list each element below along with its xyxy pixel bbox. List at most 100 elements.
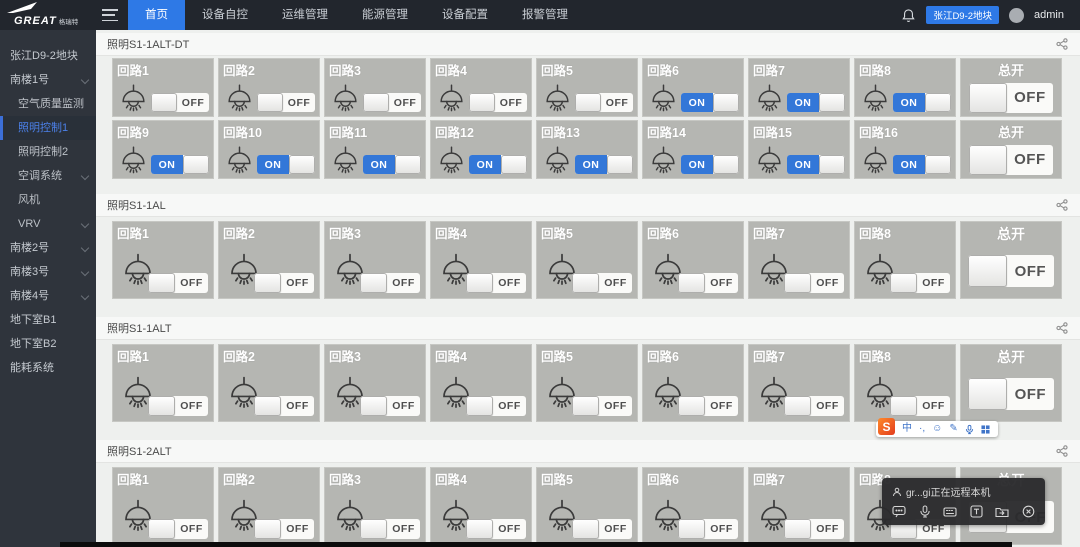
keyboard-icon[interactable]: [943, 506, 957, 518]
voice-icon[interactable]: [965, 424, 974, 435]
toggle-switch[interactable]: OFF: [360, 273, 420, 293]
toggle-switch[interactable]: OFF: [254, 519, 314, 539]
toggle-switch[interactable]: OFF: [678, 519, 738, 539]
toggle-switch[interactable]: OFF: [257, 93, 315, 112]
toggle-switch[interactable]: OFF: [148, 273, 208, 293]
remote-icons-row: [882, 499, 1045, 518]
mic-icon[interactable]: [919, 505, 931, 518]
sidebar-item-0[interactable]: 张江D9-2地块: [0, 44, 96, 68]
punctuation-icon[interactable]: ·,: [919, 421, 925, 437]
ime-toolbar: S 中 ·, ☺ ✎: [876, 421, 998, 437]
chat-icon[interactable]: [892, 505, 906, 518]
toggle-knob: [257, 93, 283, 112]
toggle-switch[interactable]: ON: [681, 155, 739, 174]
toggle-switch[interactable]: OFF: [784, 273, 844, 293]
close-icon[interactable]: [1022, 505, 1035, 518]
toggle-switch[interactable]: OFF: [784, 519, 844, 539]
toggle-switch[interactable]: ON: [363, 155, 421, 174]
toggle-switch[interactable]: OFF: [254, 396, 314, 416]
toggle-switch[interactable]: OFF: [466, 396, 526, 416]
sidebar-item-5[interactable]: 空调系统: [0, 164, 96, 188]
nav-item-0[interactable]: 首页: [128, 0, 185, 30]
toggle-switch[interactable]: OFF: [469, 93, 527, 112]
toggle-label: ON: [787, 93, 819, 112]
circuit-card: 回路3OFF: [324, 58, 426, 117]
toggle-switch[interactable]: ON: [151, 155, 209, 174]
toggle-switch[interactable]: OFF: [968, 255, 1054, 287]
toggle-switch[interactable]: OFF: [572, 273, 632, 293]
sidebar-item-7[interactable]: VRV: [0, 212, 96, 236]
toggle-switch[interactable]: OFF: [148, 396, 208, 416]
sidebar-item-4[interactable]: 照明控制2: [0, 140, 96, 164]
bell-icon[interactable]: [901, 8, 916, 23]
share-icon[interactable]: [1056, 199, 1068, 211]
sidebar-item-9[interactable]: 南楼3号: [0, 260, 96, 284]
username: admin: [1034, 9, 1064, 21]
toggle-switch[interactable]: OFF: [968, 378, 1054, 410]
toggle-switch[interactable]: OFF: [572, 396, 632, 416]
share-icon[interactable]: [1056, 38, 1068, 50]
toggle-switch[interactable]: OFF: [360, 396, 420, 416]
share-icon[interactable]: [1056, 445, 1068, 457]
toggle-switch[interactable]: OFF: [575, 93, 633, 112]
toggle-switch[interactable]: OFF: [466, 519, 526, 539]
toggle-switch[interactable]: ON: [893, 155, 951, 174]
toggle-label: OFF: [283, 93, 315, 112]
toggle-switch[interactable]: OFF: [969, 145, 1053, 175]
toggle-switch[interactable]: OFF: [784, 396, 844, 416]
sidebar-item-11[interactable]: 地下室B1: [0, 308, 96, 332]
toggle-knob: [784, 396, 811, 416]
pendant-lamp-icon: [859, 145, 892, 176]
chinese-mode-icon[interactable]: 中: [902, 421, 912, 437]
sidebar-item-10[interactable]: 南楼4号: [0, 284, 96, 308]
menu-collapse-icon[interactable]: [102, 9, 118, 21]
toggle-label: OFF: [599, 396, 632, 416]
toggle-switch[interactable]: ON: [787, 155, 845, 174]
toggle-switch[interactable]: ON: [469, 155, 527, 174]
toggle-switch[interactable]: ON: [257, 155, 315, 174]
toggle-switch[interactable]: OFF: [466, 273, 526, 293]
circuit-card: 回路6ON: [642, 58, 744, 117]
sidebar-item-1[interactable]: 南楼1号: [0, 68, 96, 92]
toggle-switch[interactable]: OFF: [890, 273, 950, 293]
text-icon[interactable]: [970, 505, 983, 518]
toggle-knob: [254, 519, 281, 539]
handwriting-icon[interactable]: ✎: [949, 421, 957, 437]
circuit-card: 回路2OFF: [218, 467, 320, 545]
toggle-switch[interactable]: OFF: [151, 93, 209, 112]
file-transfer-icon[interactable]: [995, 505, 1009, 518]
sidebar-item-6[interactable]: 风机: [0, 188, 96, 212]
toggle-switch[interactable]: ON: [787, 93, 845, 112]
toggle-switch[interactable]: OFF: [969, 83, 1053, 113]
toggle-switch[interactable]: OFF: [890, 396, 950, 416]
toggle-switch[interactable]: ON: [893, 93, 951, 112]
sidebar-item-12[interactable]: 地下室B2: [0, 332, 96, 356]
circuit-label: 回路7: [753, 346, 785, 365]
sogou-logo-icon[interactable]: S: [878, 418, 895, 435]
toggle-switch[interactable]: OFF: [678, 273, 738, 293]
circuit-card: 回路7OFF: [748, 221, 850, 299]
sidebar-item-2[interactable]: 空气质量监测: [0, 92, 96, 116]
site-badge[interactable]: 张江D9-2地块: [926, 6, 999, 24]
toggle-switch[interactable]: OFF: [363, 93, 421, 112]
toggle-switch[interactable]: OFF: [254, 273, 314, 293]
sidebar-item-13[interactable]: 能耗系统: [0, 356, 96, 380]
sidebar-item-8[interactable]: 南楼2号: [0, 236, 96, 260]
nav-item-3[interactable]: 能源管理: [345, 0, 425, 30]
keyboard-grid-icon[interactable]: [981, 425, 990, 434]
share-icon[interactable]: [1056, 322, 1068, 334]
nav-menu: 首页设备自控运维管理能源管理设备配置报警管理: [128, 0, 585, 30]
toggle-switch[interactable]: OFF: [148, 519, 208, 539]
nav-item-4[interactable]: 设备配置: [425, 0, 505, 30]
nav-item-2[interactable]: 运维管理: [265, 0, 345, 30]
emoji-icon[interactable]: ☺: [932, 421, 942, 437]
toggle-switch[interactable]: ON: [681, 93, 739, 112]
avatar[interactable]: [1009, 8, 1024, 23]
sidebar-item-3[interactable]: 照明控制1: [0, 116, 96, 140]
toggle-switch[interactable]: OFF: [678, 396, 738, 416]
toggle-switch[interactable]: OFF: [360, 519, 420, 539]
nav-item-5[interactable]: 报警管理: [505, 0, 585, 30]
toggle-switch[interactable]: OFF: [572, 519, 632, 539]
nav-item-1[interactable]: 设备自控: [185, 0, 265, 30]
toggle-switch[interactable]: ON: [575, 155, 633, 174]
